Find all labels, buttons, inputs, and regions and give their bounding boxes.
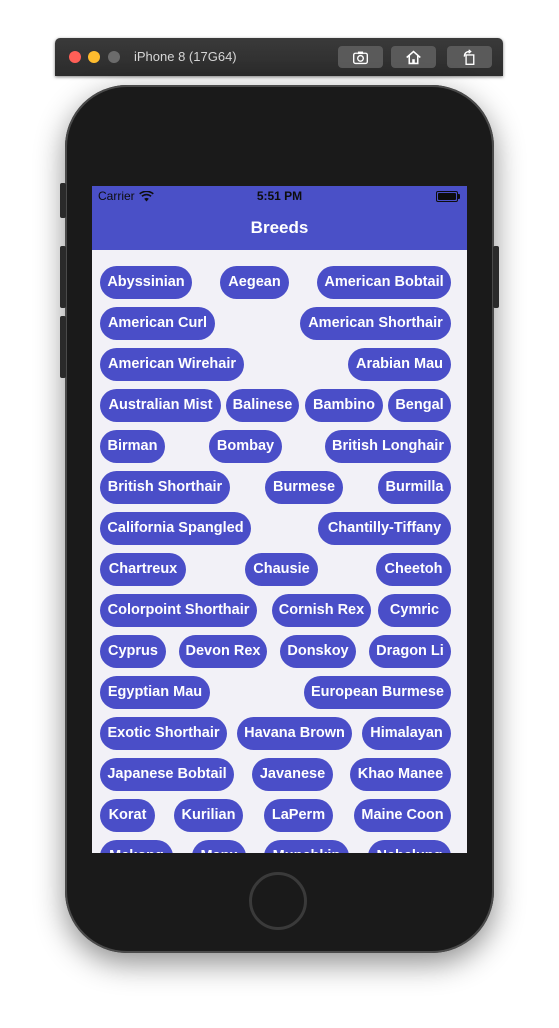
breed-chip[interactable]: Nebelung <box>368 840 451 853</box>
home-nav-button[interactable] <box>391 46 436 68</box>
navigation-bar: Breeds <box>92 206 467 250</box>
breed-chip[interactable]: American Shorthair <box>300 307 451 340</box>
breed-chip[interactable]: Balinese <box>226 389 299 422</box>
minimize-window-button[interactable] <box>88 51 100 63</box>
breed-chip[interactable]: British Shorthair <box>100 471 230 504</box>
power-button <box>493 246 499 308</box>
breed-chip[interactable]: LaPerm <box>264 799 333 832</box>
breed-chip[interactable]: Dragon Li <box>369 635 451 668</box>
breed-chip[interactable]: Cyprus <box>100 635 166 668</box>
breed-chip[interactable]: American Bobtail <box>317 266 451 299</box>
breed-chip[interactable]: Devon Rex <box>179 635 267 668</box>
mute-switch <box>60 183 66 218</box>
simulator-title: iPhone 8 (17G64) <box>134 49 237 64</box>
breed-chip[interactable]: Cornish Rex <box>272 594 371 627</box>
breed-list[interactable]: Abyssinian Aegean American Bobtail American… <box>92 250 467 853</box>
breed-chip[interactable]: Khao Manee <box>350 758 451 791</box>
breed-chip[interactable]: California Spangled <box>100 512 251 545</box>
breed-chip[interactable]: Burmese <box>265 471 343 504</box>
breed-chip[interactable]: Munchkin <box>264 840 349 853</box>
volume-up-button <box>60 246 66 308</box>
battery-icon <box>436 191 460 202</box>
breed-chip[interactable]: British Longhair <box>325 430 451 463</box>
status-time: 5:51 PM <box>256 189 303 203</box>
zoom-window-button[interactable] <box>108 51 120 63</box>
breed-chip[interactable]: Manx <box>192 840 246 853</box>
breed-chip[interactable]: Arabian Mau <box>348 348 451 381</box>
breed-chip[interactable]: American Curl <box>100 307 215 340</box>
page-title: Breeds <box>250 218 309 237</box>
breed-chip[interactable]: Exotic Shorthair <box>100 717 227 750</box>
status-bar: Carrier 5:51 PM <box>92 186 467 206</box>
device-screen: Carrier 5:51 PM Breeds Abyssinian Aegean A… <box>92 186 467 853</box>
breed-chip[interactable]: Kurilian <box>174 799 243 832</box>
breed-chip[interactable]: European Burmese <box>304 676 451 709</box>
breed-chip[interactable]: Chantilly-Tiffany <box>318 512 451 545</box>
rotate-icon <box>463 48 475 65</box>
screenshot-button[interactable] <box>338 46 383 68</box>
breed-chip[interactable]: Australian Mist <box>100 389 221 422</box>
breed-chip[interactable]: Himalayan <box>362 717 451 750</box>
breed-chip[interactable]: American Wirehair <box>100 348 244 381</box>
home-button[interactable] <box>249 872 307 930</box>
rotate-button[interactable] <box>447 46 492 68</box>
breed-chip[interactable]: Chartreux <box>100 553 186 586</box>
breed-chip[interactable]: Japanese Bobtail <box>100 758 234 791</box>
camera-icon <box>353 51 368 64</box>
volume-down-button <box>60 316 66 378</box>
breed-chip[interactable]: Cymric <box>378 594 451 627</box>
breed-chip[interactable]: Abyssinian <box>100 266 192 299</box>
breed-chip[interactable]: Havana Brown <box>237 717 352 750</box>
breed-chip[interactable]: Egyptian Mau <box>100 676 210 709</box>
home-icon <box>406 50 421 64</box>
simulator-toolbar: iPhone 8 (17G64) <box>55 38 503 76</box>
breed-chip[interactable]: Cheetoh <box>376 553 451 586</box>
breed-chip[interactable]: Maine Coon <box>354 799 451 832</box>
breed-chip[interactable]: Chausie <box>245 553 318 586</box>
close-window-button[interactable] <box>69 51 81 63</box>
breed-chip[interactable]: Bengal <box>388 389 451 422</box>
breed-chip[interactable]: Burmilla <box>378 471 451 504</box>
breed-chip[interactable]: Bombay <box>209 430 282 463</box>
breed-chip[interactable]: Donskoy <box>280 635 356 668</box>
breed-chip[interactable]: Colorpoint Shorthair <box>100 594 257 627</box>
breed-chip[interactable]: Bambino <box>305 389 383 422</box>
breed-chip[interactable]: Aegean <box>220 266 289 299</box>
breed-chip[interactable]: Mekong <box>100 840 173 853</box>
breed-chip[interactable]: Birman <box>100 430 165 463</box>
breed-chip[interactable]: Korat <box>100 799 155 832</box>
breed-chip[interactable]: Javanese <box>252 758 333 791</box>
